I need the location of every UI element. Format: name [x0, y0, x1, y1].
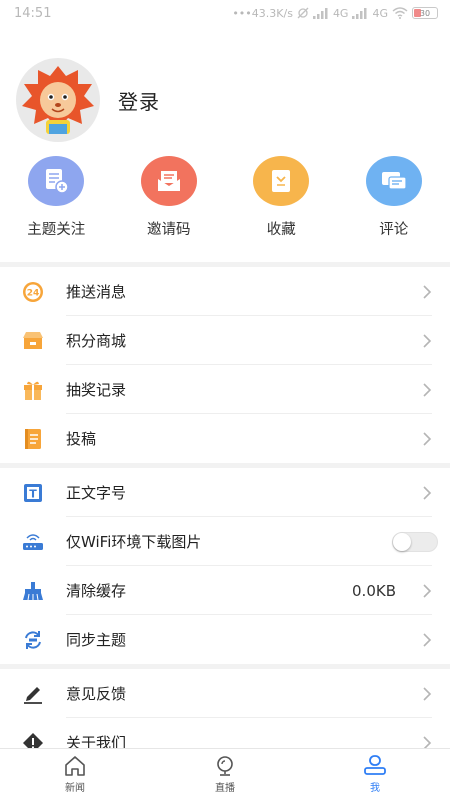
- quick-action-label: 收藏: [266, 222, 296, 238]
- quick-action-label: 邀请码: [147, 222, 191, 238]
- avatar[interactable]: [16, 58, 100, 142]
- toggle-knob: [393, 532, 411, 551]
- signal1-label: 4G: [332, 6, 349, 20]
- chevron-right-icon: [412, 686, 442, 702]
- lion-mascot-icon: [22, 66, 94, 134]
- profile-header[interactable]: 登录: [16, 58, 160, 142]
- bottom-tab-bar: 新闻 直播 我: [0, 748, 450, 800]
- menu-item-clear-cache[interactable]: 清除缓存 0.0KB: [0, 566, 450, 615]
- menu-item-wifi-only[interactable]: 仅WiFi环境下载图片: [0, 517, 450, 566]
- menu-item-label: 同步主题: [66, 631, 127, 649]
- battery-icon: 30: [412, 7, 438, 19]
- invite-envelope-icon: [140, 156, 197, 206]
- wifi-router-icon: [0, 532, 66, 552]
- menu-item-label: 积分商城: [66, 332, 127, 350]
- shop-icon: [0, 331, 66, 351]
- menu-item-contribute[interactable]: 投稿: [0, 414, 450, 463]
- broom-icon: [0, 581, 66, 601]
- menu-item-label: 推送消息: [66, 283, 127, 301]
- home-icon: [65, 756, 85, 776]
- menu-item-lottery[interactable]: 抽奖记录: [0, 365, 450, 414]
- wifi-only-toggle[interactable]: [392, 531, 438, 552]
- tab-label: 我: [370, 783, 380, 794]
- quick-action-label: 主题关注: [27, 222, 86, 238]
- chevron-right-icon: [412, 431, 442, 447]
- chevron-right-icon: [412, 583, 442, 599]
- pen-icon: [0, 684, 66, 704]
- signal-icon: [312, 7, 328, 19]
- tab-live[interactable]: 直播: [150, 749, 300, 800]
- chevron-right-icon: [412, 333, 442, 349]
- quick-action-comment[interactable]: 评论: [338, 156, 450, 239]
- tab-label: 直播: [215, 783, 235, 794]
- chevron-right-icon: [412, 485, 442, 501]
- subscribe-icon: [28, 156, 85, 206]
- menu-item-font-size[interactable]: T 正文字号: [0, 468, 450, 517]
- menu-item-label: 正文字号: [66, 484, 127, 502]
- gift-icon: [0, 379, 66, 401]
- alarm-off-icon: [297, 7, 309, 19]
- quick-actions: 主题关注 邀请码 收藏 评论: [0, 156, 450, 239]
- chevron-right-icon: [412, 632, 442, 648]
- status-time: 14:51: [14, 5, 52, 21]
- menu-item-shop[interactable]: 积分商城: [0, 316, 450, 365]
- profile-icon: [364, 755, 386, 775]
- signal-icon-2: [352, 7, 367, 19]
- chevron-right-icon: [412, 382, 442, 398]
- sync-icon: [0, 629, 66, 651]
- signal2-label: 4G: [372, 6, 388, 20]
- menu-item-sync[interactable]: 同步主题: [0, 615, 450, 664]
- quick-action-favorite[interactable]: 收藏: [225, 156, 338, 239]
- push-24-icon: 24: [0, 281, 66, 303]
- chevron-right-icon: [412, 284, 442, 300]
- svg-text:24: 24: [27, 288, 40, 298]
- menu-item-label: 意见反馈: [66, 685, 127, 703]
- menu-item-label: 清除缓存: [66, 582, 127, 600]
- quick-action-label: 评论: [379, 222, 409, 238]
- live-icon: [217, 756, 233, 776]
- svg-text:T: T: [29, 487, 37, 500]
- tab-news[interactable]: 新闻: [0, 749, 150, 800]
- network-speed: •••43.3K/s: [232, 6, 293, 20]
- menu-item-label: 抽奖记录: [66, 381, 127, 399]
- status-indicators: •••43.3K/s 4G 4G 30: [232, 7, 438, 20]
- menu-item-label: 投稿: [66, 430, 97, 448]
- menu-item-feedback[interactable]: 意见反馈: [0, 669, 450, 718]
- font-size-icon: T: [0, 483, 66, 503]
- wifi-icon: [392, 7, 408, 19]
- status-bar: 14:51 •••43.3K/s 4G 4G 30: [0, 0, 450, 26]
- menu-item-push[interactable]: 24 推送消息: [0, 267, 450, 316]
- cache-size-value: 0.0KB: [352, 581, 396, 600]
- tab-label: 新闻: [65, 783, 85, 794]
- login-label[interactable]: 登录: [118, 86, 160, 115]
- menu-item-label: 仅WiFi环境下载图片: [66, 533, 202, 551]
- bookmark-icon: [253, 156, 310, 206]
- contribute-icon: [0, 428, 66, 450]
- tab-me[interactable]: 我: [300, 749, 450, 800]
- comment-icon: [365, 156, 422, 206]
- quick-action-invite[interactable]: 邀请码: [113, 156, 226, 239]
- quick-action-subscribe[interactable]: 主题关注: [0, 156, 113, 239]
